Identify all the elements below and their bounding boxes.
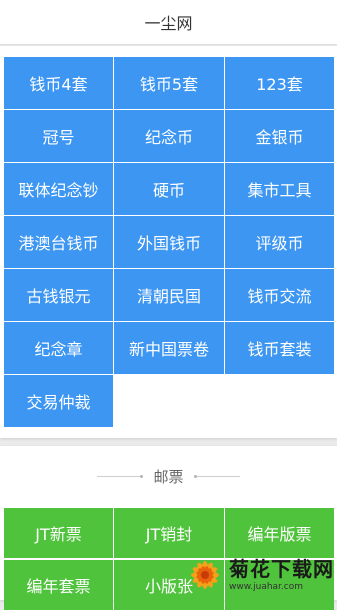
category-tile-guqianyinyuan[interactable]: 古钱银元 [4, 269, 113, 321]
watermark-name: 菊花下载网 [229, 557, 334, 581]
category-tile-jinyinbi[interactable]: 金银币 [225, 110, 334, 162]
category-tile-xinzhongguopiaojuan[interactable]: 新中国票卷 [114, 322, 224, 374]
coins-grid: 钱币4套 钱币5套 123套 冠号 纪念币 金银币 联体纪念钞 硬币 集市工具 … [4, 57, 334, 427]
category-tile-liantijinianchao[interactable]: 联体纪念钞 [4, 163, 113, 215]
category-tile-yingbi[interactable]: 硬币 [114, 163, 224, 215]
coins-section: 钱币4套 钱币5套 123套 冠号 纪念币 金银币 联体纪念钞 硬币 集市工具 … [0, 46, 337, 438]
category-tile-guanhao[interactable]: 冠号 [4, 110, 113, 162]
stamps-section: 邮票 JT新票 JT销封 编年版票 编年套票 小版张 菊花下载网 www.jua… [0, 446, 337, 610]
stamp-tile-biannian-taopiao[interactable]: 编年套票 [4, 560, 113, 610]
category-tile-waiguoqianbi[interactable]: 外国钱币 [114, 216, 224, 268]
category-tile-jishigongju[interactable]: 集市工具 [225, 163, 334, 215]
category-tile-qianbijiaoliu[interactable]: 钱币交流 [225, 269, 334, 321]
section-title-stamps: 邮票 [153, 467, 184, 486]
category-tile-123tao[interactable]: 123套 [225, 57, 334, 109]
page-title: 一尘网 [144, 14, 193, 33]
site-watermark: 菊花下载网 www.juahar.com [185, 552, 335, 598]
stamp-tile-jt-xinpiao[interactable]: JT新票 [4, 508, 113, 558]
category-tile-qianbitaozhuang[interactable]: 钱币套装 [225, 322, 334, 374]
watermark-text: 菊花下载网 www.juahar.com [229, 557, 334, 593]
category-tile-pingjibi[interactable]: 评级币 [225, 216, 334, 268]
watermark-url: www.juahar.com [229, 582, 304, 592]
category-tile-jiaoyizhongcai[interactable]: 交易仲裁 [4, 375, 113, 427]
category-tile-jinianbi[interactable]: 纪念币 [114, 110, 224, 162]
category-tile-jinianzhang[interactable]: 纪念章 [4, 322, 113, 374]
category-tile-qianbi-4tao[interactable]: 钱币4套 [4, 57, 113, 109]
category-tile-qianbi-5tao[interactable]: 钱币5套 [114, 57, 224, 109]
divider-right [193, 474, 240, 478]
stamp-tile-biannian-banpiao[interactable]: 编年版票 [225, 508, 334, 558]
category-tile-qingchaominguo[interactable]: 清朝民国 [114, 269, 224, 321]
divider-left [97, 474, 144, 478]
app-header: 一尘网 [0, 0, 337, 45]
chrysanthemum-logo-icon [191, 561, 219, 589]
category-tile-gangaotai[interactable]: 港澳台钱币 [4, 216, 113, 268]
stamp-tile-jt-xiaofeng[interactable]: JT销封 [114, 508, 224, 558]
section-heading: 邮票 [0, 464, 337, 488]
